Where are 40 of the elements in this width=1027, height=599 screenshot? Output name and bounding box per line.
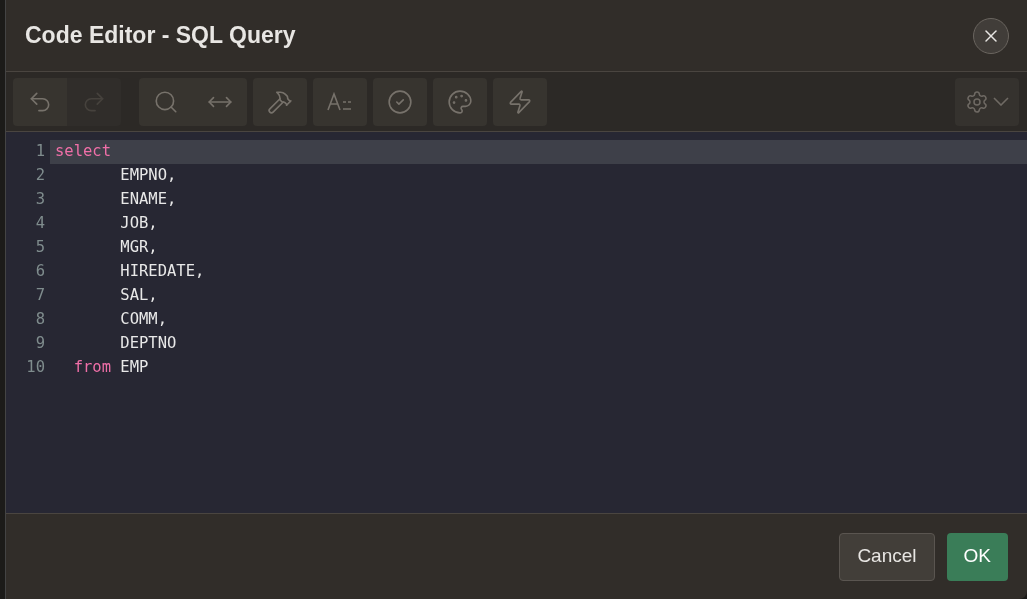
text-format-icon	[327, 91, 353, 112]
hammer-icon	[267, 88, 293, 115]
lightning-icon	[507, 88, 533, 115]
code-line: COMM,	[119, 309, 168, 331]
toolbar-button[interactable]	[13, 77, 67, 126]
code-line: JOB,	[119, 213, 159, 235]
code-editor[interactable]: 1 select 2 EMPNO, 3 ENAME, 4 JOB, 5 MGR, 6 HIREDATE, 7 SAL, 8 COMM, 9 DEPTNO 10 from EMP	[6, 132, 1027, 513]
toolbar-button[interactable]	[493, 77, 547, 126]
code-line: ENAME,	[119, 189, 178, 211]
toolbar-button[interactable]	[313, 77, 367, 126]
chevron-down-icon	[993, 97, 1009, 106]
line-number: 2	[34, 165, 46, 187]
line-number: 1	[34, 141, 46, 163]
check-circle-icon	[387, 88, 413, 115]
code-line: DEPTNO	[119, 333, 178, 355]
code-line: MGR,	[119, 237, 159, 259]
line-number: 3	[34, 189, 46, 211]
line-number: 8	[34, 309, 46, 331]
code-line: HIREDATE,	[119, 261, 206, 283]
code-line: EMPNO,	[119, 165, 178, 187]
toolbar-button[interactable]	[193, 77, 247, 126]
line-number: 9	[34, 333, 46, 355]
dialog-title: Code Editor - SQL Query	[25, 21, 296, 51]
ok-button[interactable]: OK	[946, 532, 1008, 581]
palette-icon	[447, 88, 473, 115]
toolbar-button[interactable]	[433, 77, 487, 126]
settings-menu-button[interactable]	[955, 77, 1019, 126]
toolbar-button[interactable]	[139, 77, 193, 126]
settings-icon	[965, 89, 989, 114]
line-number: 7	[34, 285, 46, 307]
code-line: SAL,	[119, 285, 159, 307]
line-number: 5	[34, 237, 46, 259]
toolbar-button[interactable]	[253, 77, 307, 126]
code-line: from EMP	[72, 357, 150, 379]
line-number: 10	[25, 357, 46, 379]
line-number: 4	[34, 213, 46, 235]
toolbar-button[interactable]	[373, 77, 427, 126]
cancel-button[interactable]: Cancel	[839, 532, 935, 581]
close-button[interactable]	[973, 17, 1009, 54]
line-number: 6	[34, 261, 46, 283]
